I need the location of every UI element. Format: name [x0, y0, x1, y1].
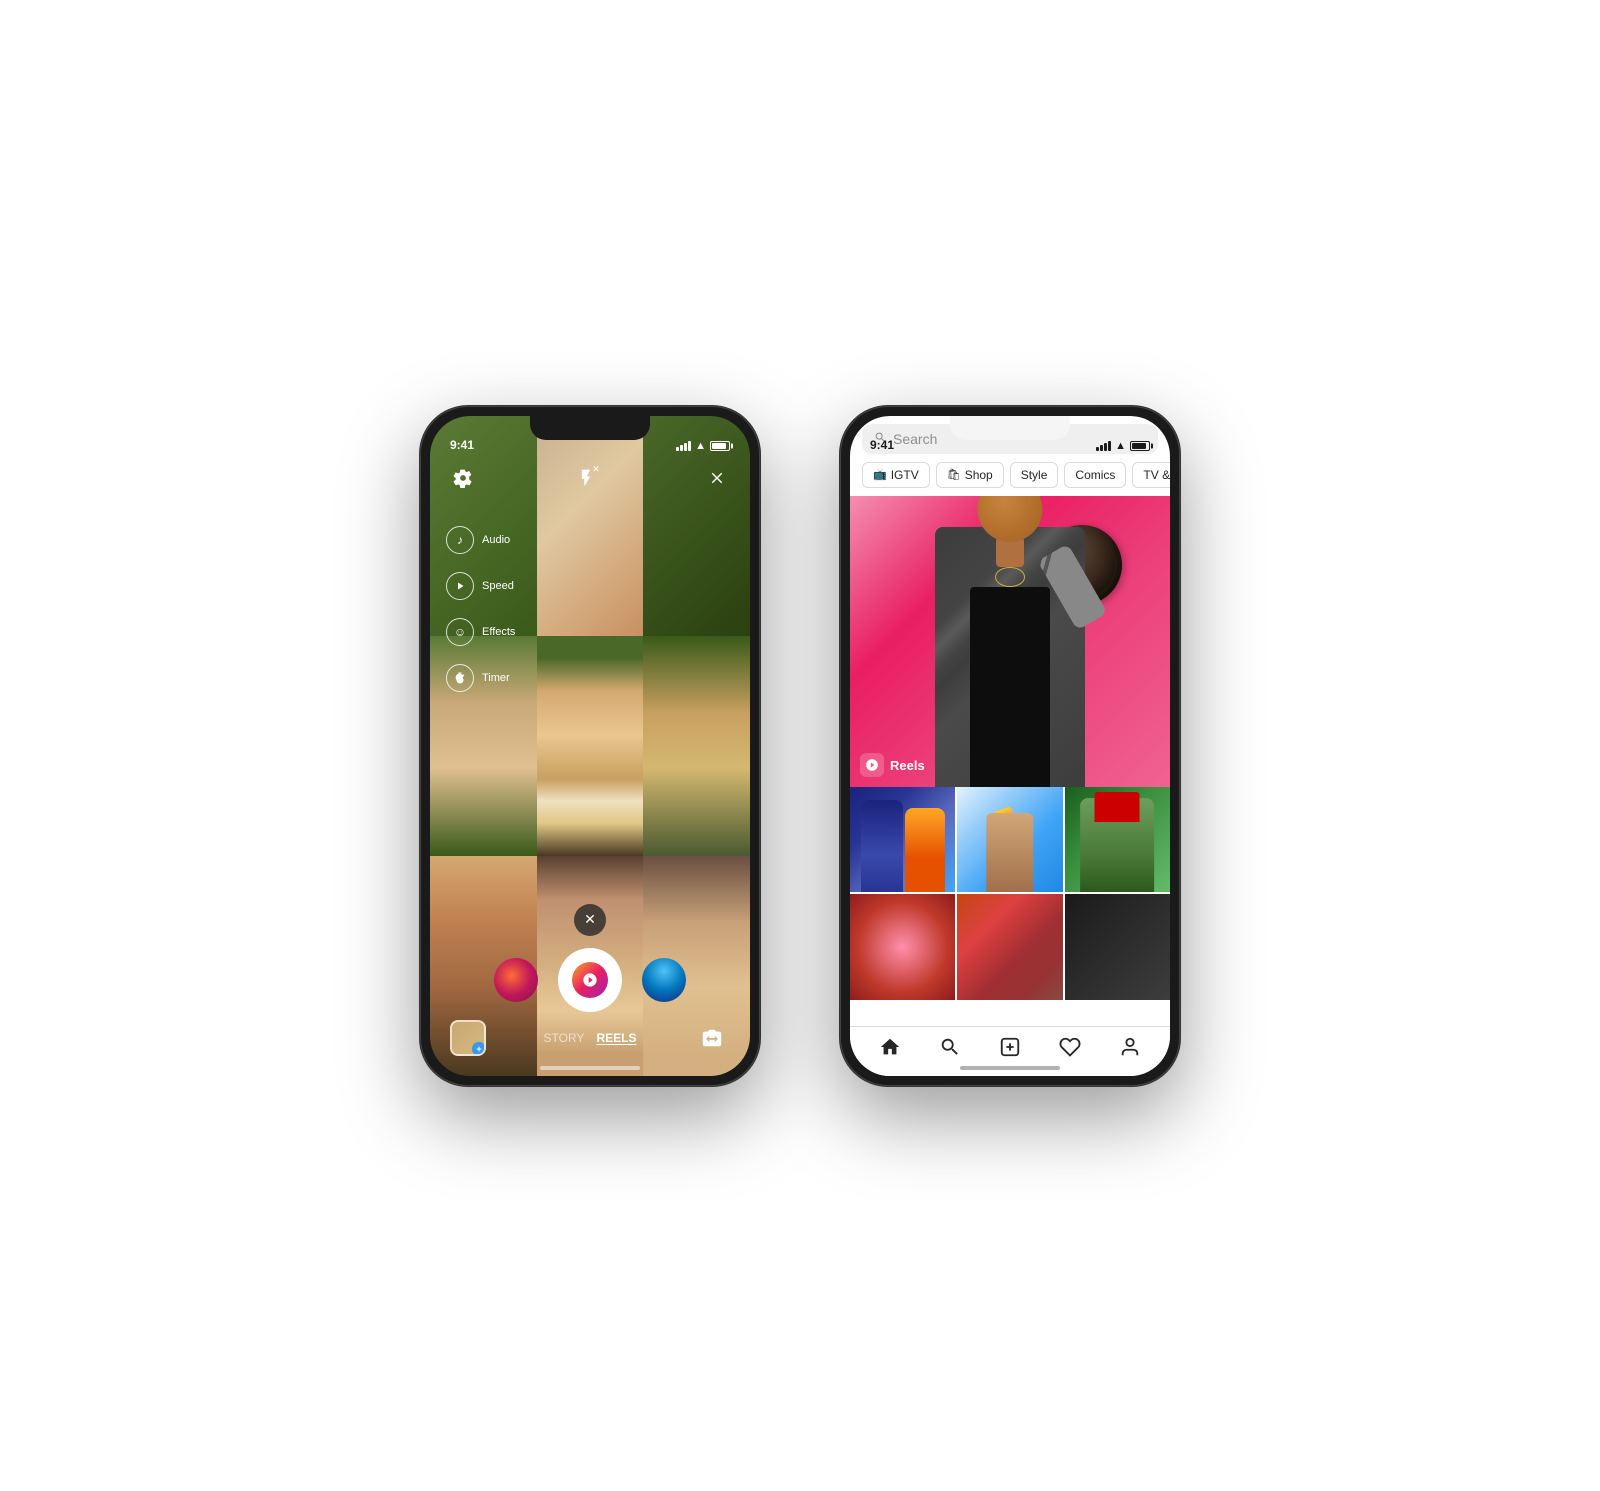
- status-time-right: 9:41: [870, 438, 894, 452]
- home-indicator-right: [960, 1066, 1060, 1070]
- style-pill[interactable]: Style: [1010, 462, 1059, 488]
- status-icons-left: ▲: [676, 440, 730, 452]
- audio-option[interactable]: ♪ Audio: [446, 526, 515, 554]
- left-phone: 9:41 ▲: [420, 406, 760, 1086]
- thumb-6[interactable]: [1065, 894, 1170, 999]
- explore-content: Reels: [850, 496, 1170, 1026]
- thumb-2[interactable]: [957, 787, 1062, 892]
- right-phone-screen: 9:41 ▲: [850, 416, 1170, 1076]
- reels-badge: Reels: [860, 753, 925, 777]
- likes-nav-button[interactable]: [1056, 1033, 1084, 1061]
- status-icons-right: ▲: [1096, 440, 1150, 452]
- story-mode[interactable]: STORY: [544, 1031, 585, 1045]
- thumb-1[interactable]: [850, 787, 955, 892]
- flash-button[interactable]: ✕: [573, 461, 607, 495]
- effects-label: Effects: [482, 626, 515, 638]
- notch-right: [950, 416, 1070, 440]
- signal-icon: [676, 441, 691, 451]
- hero-person-body: [920, 496, 1100, 788]
- signal-icon-right: [1096, 441, 1111, 451]
- shutter-button[interactable]: [558, 948, 622, 1012]
- dismiss-button[interactable]: ✕: [574, 904, 606, 936]
- home-nav-button[interactable]: [876, 1033, 904, 1061]
- wifi-icon-right: ▲: [1115, 440, 1126, 452]
- blue-effect[interactable]: [642, 958, 686, 1002]
- timer-label: Timer: [482, 672, 510, 684]
- shop-icon: 🛍: [947, 468, 961, 481]
- battery-icon: [710, 441, 730, 451]
- igtv-icon: 📺: [873, 468, 887, 481]
- camera-bottom-controls: ✕: [430, 904, 750, 1076]
- battery-icon-right: [1130, 441, 1150, 451]
- comics-label: Comics: [1075, 468, 1115, 482]
- status-time-left: 9:41: [450, 438, 474, 452]
- dismiss-area: ✕: [430, 904, 750, 936]
- camera-nav: + STORY REELS: [430, 1012, 750, 1056]
- add-to-gallery[interactable]: +: [472, 1042, 486, 1056]
- comics-pill[interactable]: Comics: [1064, 462, 1126, 488]
- camera-cell-mr: [643, 636, 750, 856]
- reels-mode[interactable]: REELS: [596, 1031, 636, 1045]
- camera-mode-selector: STORY REELS: [544, 1031, 637, 1045]
- settings-button[interactable]: [446, 461, 480, 495]
- create-nav-button[interactable]: [996, 1033, 1024, 1061]
- reels-badge-icon: [860, 753, 884, 777]
- explore-screen: 9:41 ▲: [850, 416, 1170, 1076]
- reels-logo: [572, 962, 608, 998]
- shutter-row: [430, 948, 750, 1012]
- timer-icon: [446, 664, 474, 692]
- audio-icon: ♪: [446, 526, 474, 554]
- wifi-icon: ▲: [695, 440, 706, 452]
- reels-badge-label: Reels: [890, 758, 925, 773]
- profile-nav-button[interactable]: [1116, 1033, 1144, 1061]
- speed-option[interactable]: Speed: [446, 572, 515, 600]
- shop-label: Shop: [965, 468, 993, 482]
- camera-left-controls: ♪ Audio Speed ☺ Effects Ti: [446, 526, 515, 692]
- notch: [530, 416, 650, 440]
- gallery-thumbnail[interactable]: +: [450, 1020, 486, 1056]
- thumb-3[interactable]: [1065, 787, 1170, 892]
- thumb-5[interactable]: [957, 894, 1062, 999]
- close-camera-button[interactable]: [700, 461, 734, 495]
- shop-pill[interactable]: 🛍 Shop: [936, 462, 1004, 488]
- thumbnail-grid: [850, 787, 1170, 1000]
- category-pills: 📺 IGTV 🛍 Shop Style Comics TV & Movie: [850, 454, 1170, 496]
- tv-movies-label: TV & Movie: [1143, 468, 1170, 482]
- camera-cell-mc: [537, 636, 644, 856]
- igtv-label: IGTV: [891, 468, 919, 482]
- style-label: Style: [1021, 468, 1048, 482]
- hero-person-visual: [850, 496, 1170, 788]
- audio-label: Audio: [482, 534, 510, 546]
- speed-label: Speed: [482, 580, 514, 592]
- hero-reel[interactable]: Reels: [850, 496, 1170, 788]
- right-phone: 9:41 ▲: [840, 406, 1180, 1086]
- home-indicator-left: [540, 1066, 640, 1070]
- effects-option[interactable]: ☺ Effects: [446, 618, 515, 646]
- thumb-4[interactable]: [850, 894, 955, 999]
- sparkle-effect[interactable]: [494, 958, 538, 1002]
- timer-option[interactable]: Timer: [446, 664, 515, 692]
- camera-top-controls: ✕: [430, 461, 750, 495]
- camera-screen: ✕ ♪ Audio Speed: [430, 416, 750, 1076]
- left-phone-screen: 9:41 ▲: [430, 416, 750, 1076]
- flip-camera-button[interactable]: [694, 1020, 730, 1056]
- igtv-pill[interactable]: 📺 IGTV: [862, 462, 930, 488]
- speed-icon: [446, 572, 474, 600]
- search-nav-button[interactable]: [936, 1033, 964, 1061]
- effects-icon: ☺: [446, 618, 474, 646]
- tv-movies-pill[interactable]: TV & Movie: [1132, 462, 1170, 488]
